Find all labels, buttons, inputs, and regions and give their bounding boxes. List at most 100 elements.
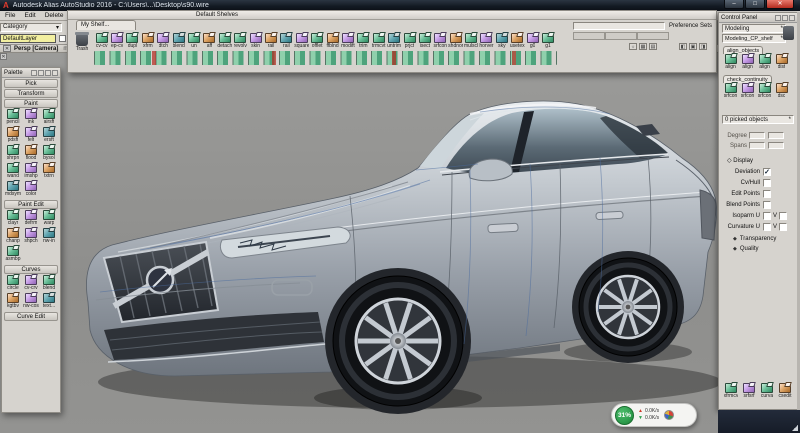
palette-tool[interactable]: color (22, 181, 40, 199)
palette-list-icon[interactable] (38, 70, 44, 76)
maximize-button[interactable]: □ (745, 0, 765, 9)
lightbulb-icon[interactable]: ☼ (629, 43, 637, 50)
shelf-tool[interactable]: blend (171, 33, 186, 50)
shelf-tool[interactable]: modift (340, 33, 355, 50)
trash-icon[interactable] (76, 34, 88, 46)
palette-tool[interactable]: felt (22, 127, 40, 145)
curve-snap-icon[interactable]: ▤ (649, 43, 657, 50)
palette-tool[interactable]: txtrn (40, 163, 58, 181)
car-model-volvo-s90[interactable] (0, 53, 800, 433)
viewport-corner-icon[interactable]: ✕ (0, 53, 7, 60)
palette-tool[interactable]: nw-in (40, 228, 58, 246)
resize-grip[interactable] (792, 425, 798, 431)
palette-refresh-icon[interactable] (52, 70, 58, 76)
panel-up-icon[interactable] (782, 15, 788, 21)
layout-icon[interactable]: ◧ (679, 43, 687, 50)
menu-delete[interactable]: Delete (45, 12, 64, 19)
palette-tool[interactable]: pencil (4, 109, 22, 127)
blend-points-checkbox[interactable] (763, 201, 771, 209)
shelf-tool[interactable]: rail (263, 33, 278, 50)
shelf-tool[interactable]: cv-cv (94, 33, 109, 50)
shelf-tool[interactable]: g0 (525, 33, 540, 50)
preference-cell[interactable] (573, 32, 605, 40)
cp-tool[interactable]: align (722, 54, 739, 72)
palette-tool[interactable]: cv-crv (22, 275, 40, 293)
shelf-tool[interactable]: dtch (156, 33, 171, 50)
active-layer-chip[interactable]: DefaultLayer (0, 34, 56, 43)
palette-tool[interactable]: shrpn (4, 145, 22, 163)
palette-tool[interactable]: circle (4, 275, 22, 293)
shelf-tool[interactable]: prjct (402, 33, 417, 50)
shelf-tool[interactable]: dupl (125, 33, 140, 50)
edit-points-checkbox[interactable] (763, 190, 771, 198)
palette-section-pick[interactable]: Pick (4, 79, 58, 88)
spans-field-u[interactable] (749, 142, 765, 149)
shelf-tool[interactable]: un (186, 33, 201, 50)
cp-tool[interactable]: align (756, 54, 773, 72)
palette-section-curve-edit[interactable]: Curve Edit (4, 312, 58, 321)
curvature-v-checkbox[interactable] (779, 223, 787, 231)
modeling-preset-dropdown[interactable]: Modeling * (722, 24, 786, 33)
tab-my-shelf[interactable]: My Shelf... (76, 20, 136, 30)
palette-section-curves[interactable]: Curves (4, 265, 58, 274)
shelf-tool[interactable]: detach (217, 33, 232, 50)
shelf-tool[interactable]: rail (279, 33, 294, 50)
spans-field-v[interactable] (768, 142, 784, 149)
cp-tool[interactable]: xfrmcv (722, 383, 740, 401)
degree-field-u[interactable] (749, 132, 765, 139)
tab-align-objects[interactable]: align_objects (723, 46, 763, 54)
palette-section-paint[interactable]: Paint (4, 99, 58, 108)
palette-dock-icon[interactable] (31, 70, 37, 76)
cp-tool[interactable]: srfsrf (740, 383, 758, 401)
cp-shelf-dropdown[interactable]: Modeling_CP_shelf * (722, 34, 786, 43)
shelf-tool[interactable]: g1 (540, 33, 555, 50)
shelf-tool-row-2[interactable] (94, 51, 557, 65)
palette-tool[interactable]: flood (22, 145, 40, 163)
shelf-search-field[interactable] (573, 22, 665, 30)
display-section-header[interactable]: ◇ Display (727, 157, 797, 164)
panel-dock-icon[interactable] (775, 15, 781, 21)
quality-section[interactable]: Quality (733, 246, 797, 252)
palette-tool[interactable]: pdsft (4, 127, 22, 145)
preference-sets-button[interactable]: Preference Sets (669, 23, 712, 29)
shelf-tool[interactable]: trim (356, 33, 371, 50)
palette-collapse-icon[interactable] (45, 70, 51, 76)
palette-tool[interactable]: ersft (40, 127, 58, 145)
palette-tool[interactable]: text... (40, 293, 58, 311)
palette-title-bar[interactable]: Palette (2, 68, 60, 78)
shelf-tool[interactable]: srfcon (433, 33, 448, 50)
shelf-tool[interactable]: ffblnd (325, 33, 340, 50)
cp-tool[interactable]: srfcon (739, 83, 756, 101)
picked-objects-dropdown[interactable]: 0 picked objects * (722, 115, 794, 124)
palette-tool[interactable]: bysol (40, 145, 58, 163)
shelf-tool[interactable]: horver (479, 33, 494, 50)
preference-cell[interactable] (637, 32, 669, 40)
curvature-u-checkbox[interactable] (763, 223, 771, 231)
shelf-tool[interactable]: skin (248, 33, 263, 50)
isoparm-v-checkbox[interactable] (779, 212, 787, 220)
palette-tool[interactable]: asmbp (4, 246, 22, 264)
category-dropdown[interactable]: Category ▾ (0, 23, 62, 32)
palette-tool[interactable]: shpch (22, 228, 40, 246)
shelf-tool[interactable]: mulscl (463, 33, 478, 50)
viewport-close-icon[interactable]: ✕ (3, 45, 11, 52)
minimize-button[interactable]: – (724, 0, 744, 9)
shelf-tool[interactable]: isect (417, 33, 432, 50)
palette-tool[interactable]: ink (22, 109, 40, 127)
shelf-tool[interactable]: untrim (386, 33, 401, 50)
palette-tool[interactable]: kgtbv (4, 293, 22, 311)
shelf-tool[interactable]: offlet (309, 33, 324, 50)
preference-cell[interactable] (605, 32, 637, 40)
isoparm-u-checkbox[interactable] (763, 212, 771, 220)
shelf-tool[interactable]: usetex (510, 33, 525, 50)
degree-field-v[interactable] (768, 132, 784, 139)
palette-tool[interactable]: airsft (40, 109, 58, 127)
palette-tool[interactable]: defrm (22, 210, 40, 228)
cp-tool[interactable]: dsc (773, 83, 790, 101)
panel-icon[interactable]: ▣ (689, 43, 697, 50)
trash-icon[interactable] (783, 26, 794, 40)
shelf-tool[interactable]: ep-cv (109, 33, 124, 50)
cp-tool[interactable]: csedit (776, 383, 794, 401)
window-icon[interactable]: ◨ (699, 43, 707, 50)
shelf-window-title[interactable]: Default Shelves (68, 11, 716, 20)
